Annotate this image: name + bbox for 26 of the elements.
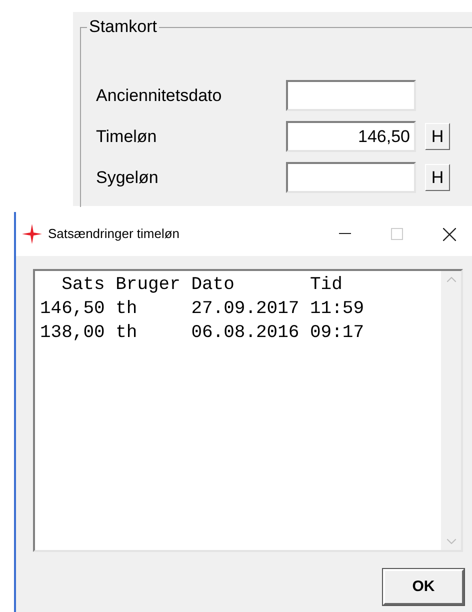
- star-icon: [22, 224, 42, 244]
- column-header: Sats: [60, 274, 105, 296]
- list-cell-text: 06.08.2016: [191, 322, 300, 344]
- list-cell-text: 09:17: [310, 322, 364, 344]
- close-icon[interactable]: [443, 228, 456, 240]
- text-field[interactable]: 146,50: [286, 121, 416, 152]
- field-label: Timeløn: [96, 126, 158, 148]
- column-header: Tid: [310, 274, 344, 296]
- list-cell-text: th: [116, 298, 138, 320]
- text-field[interactable]: [286, 80, 416, 111]
- ok-button[interactable]: OK: [383, 569, 464, 605]
- history-list[interactable]: Sats Bruger Dato Tid 146,50 th 27.09.2017 11:59 138,00 th 06.08.2016 09:17: [33, 269, 463, 552]
- field-label: Anciennitetsdato: [96, 84, 223, 107]
- list-cell-text: 27.09.2017: [191, 298, 300, 320]
- list-cell-text: 138,00: [40, 322, 105, 344]
- list-cell-text: th: [116, 322, 138, 344]
- minimize-icon[interactable]: [339, 233, 351, 235]
- field-label: Sygeløn: [96, 166, 160, 189]
- window-title: Satsændringer timeløn: [48, 225, 180, 244]
- column-header: Dato: [191, 274, 236, 296]
- text-field[interactable]: [286, 162, 416, 193]
- column-header: Bruger: [116, 274, 180, 296]
- h-button[interactable]: H: [425, 123, 450, 150]
- list-cell-text: 11:59: [310, 298, 364, 320]
- h-button[interactable]: H: [425, 164, 450, 191]
- list-cell-text: 146,50: [40, 298, 105, 320]
